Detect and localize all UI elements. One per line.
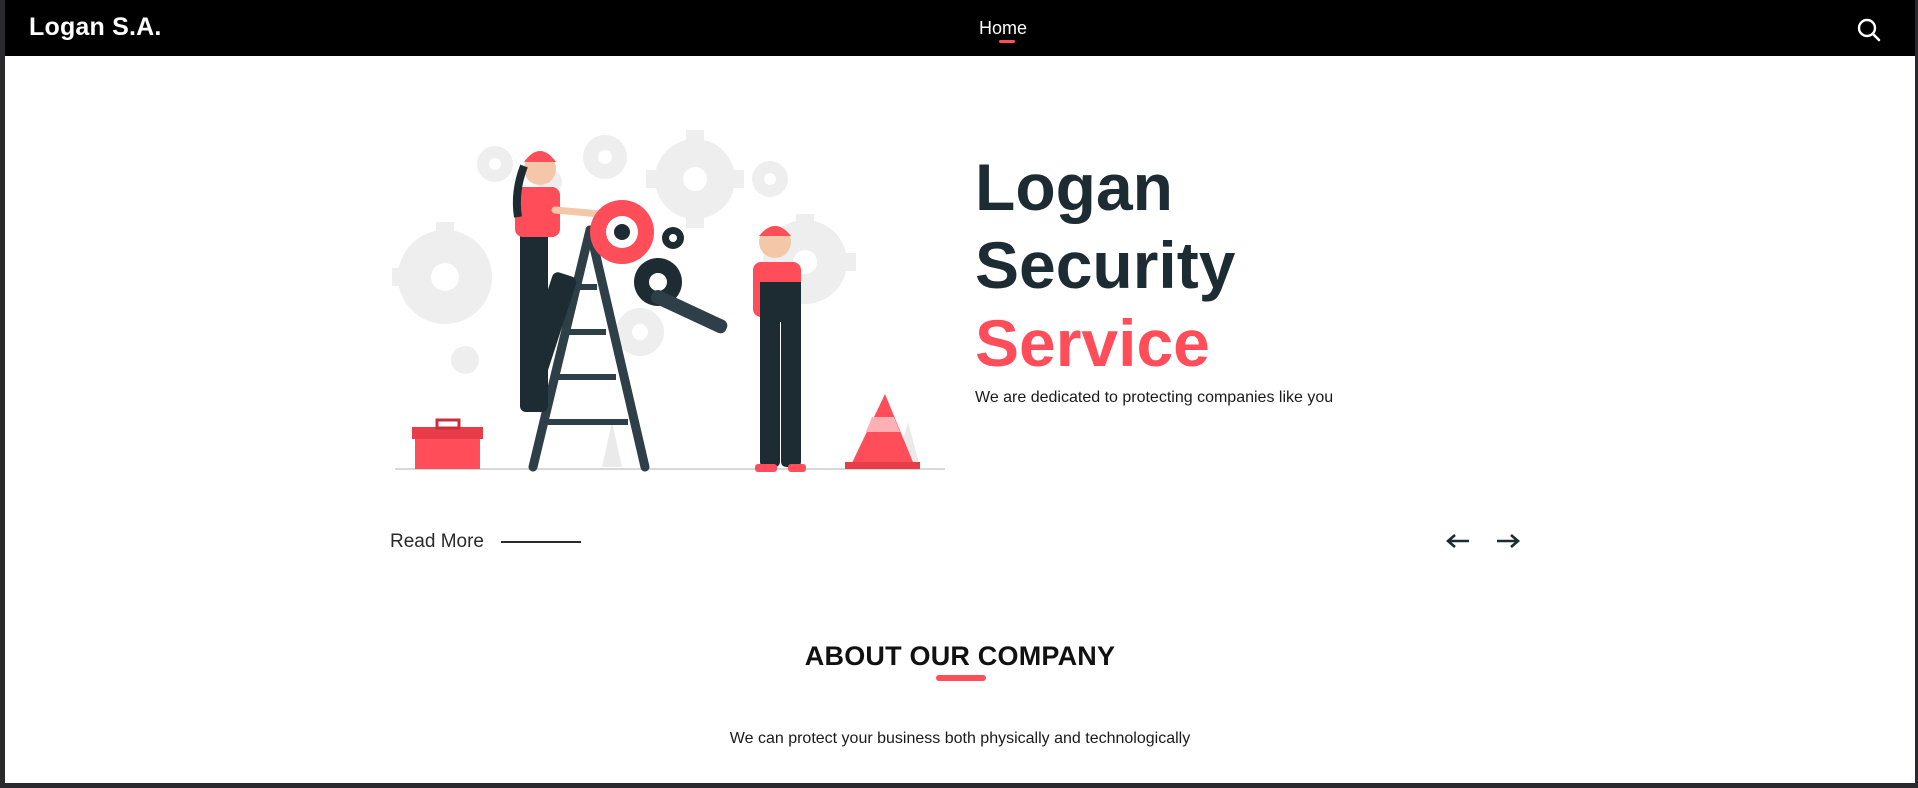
- about-title-underline: [936, 675, 986, 681]
- top-navbar: Logan S.A. Home: [5, 0, 1915, 56]
- hero-subtitle: We are dedicated to protecting companies…: [975, 389, 1334, 406]
- read-more-link[interactable]: Read More: [390, 531, 484, 553]
- page: Logan S.A. Home Logan Security Service W…: [5, 0, 1915, 783]
- about-description: We can protect your business both physic…: [729, 730, 1191, 747]
- arrow-right-icon: [1497, 534, 1520, 548]
- hero-title-line-2: Security: [975, 228, 1236, 302]
- brand-logo[interactable]: Logan S.A.: [29, 13, 162, 42]
- next-slide-button[interactable]: [1495, 530, 1521, 552]
- nav-link-home[interactable]: Home: [979, 18, 1027, 39]
- hero-title-line-3: Service: [975, 306, 1210, 380]
- search-button[interactable]: [1856, 17, 1882, 43]
- hero-title: Logan Security Service: [975, 148, 1235, 382]
- prev-slide-button[interactable]: [1445, 530, 1471, 552]
- arrow-left-icon: [1446, 534, 1469, 548]
- hero-title-line-1: Logan: [975, 150, 1173, 224]
- read-more-line: [501, 541, 581, 543]
- hero-illustration: [390, 122, 950, 474]
- search-icon: [1857, 18, 1881, 42]
- about-title: ABOUT OUR COMPANY: [804, 641, 1116, 671]
- nav-active-indicator: [999, 40, 1015, 43]
